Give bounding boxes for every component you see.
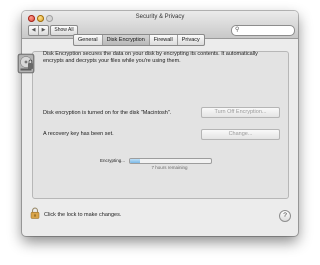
tab-general[interactable]: General [74,35,102,45]
lock-icon[interactable] [30,207,40,219]
tab-firewall[interactable]: Firewall [148,35,177,45]
recovery-key-text: A recovery key has been set. [43,131,114,137]
forward-button[interactable]: ▶ [38,26,48,35]
window-title: Security & Privacy [135,14,185,20]
disk-encryption-panel [32,51,289,199]
preference-tabs: General Disk Encryption Firewall Privacy [73,34,205,46]
back-button[interactable]: ◀ [29,26,38,35]
search-input[interactable]: ⚲ [231,25,295,36]
tab-privacy[interactable]: Privacy [176,35,204,45]
search-icon: ⚲ [235,27,240,33]
back-forward-control: ◀ ▶ [28,25,49,36]
encryption-progress-bar [129,158,212,164]
hard-disk-icon [17,53,35,74]
encryption-description: Disk Encryption secures the data on your… [43,51,258,64]
turn-off-encryption-button[interactable]: Turn Off Encryption... [201,107,280,118]
help-button[interactable]: ? [279,210,291,222]
change-recovery-key-button[interactable]: Change... [201,129,280,140]
time-remaining-text: 7 hours remaining [151,165,188,170]
encryption-progress-fill [130,159,140,163]
tab-disk-encryption[interactable]: Disk Encryption [101,35,149,45]
encryption-status-text: Disk encryption is turned on for the dis… [43,110,172,116]
encrypting-label: Encrypting... [100,158,126,163]
lock-instruction-text: Click the lock to make changes. [44,212,122,218]
